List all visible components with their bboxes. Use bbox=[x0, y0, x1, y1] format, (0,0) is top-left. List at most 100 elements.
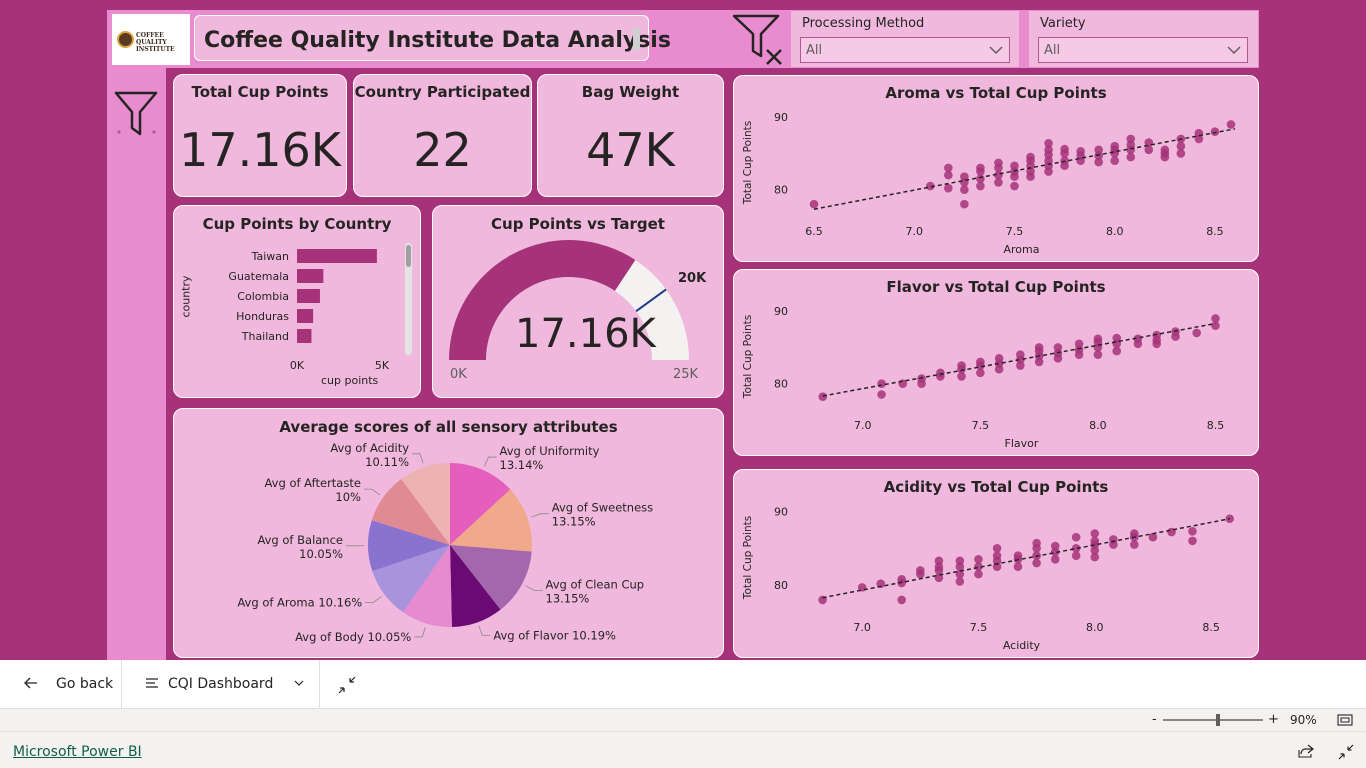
scatter-point[interactable] bbox=[1109, 535, 1118, 544]
filter-clear-icon[interactable] bbox=[732, 14, 785, 66]
footer-row bbox=[0, 731, 1366, 768]
scatter-point[interactable] bbox=[1160, 145, 1170, 155]
bar[interactable] bbox=[297, 269, 324, 283]
scatter-point[interactable] bbox=[992, 551, 1002, 560]
scatter-point[interactable] bbox=[944, 163, 953, 173]
slice-label: Avg of Acidity 10.11% bbox=[330, 441, 409, 469]
scatter-point[interactable] bbox=[1188, 527, 1197, 536]
scatter-point[interactable] bbox=[994, 158, 1003, 168]
logo-text: COFFEE QUALITY INSTITUTE bbox=[136, 32, 175, 53]
aroma-scatter-card[interactable]: Aroma vs Total Cup Points 80 90 6.5 7.0 7.5 8… bbox=[733, 75, 1259, 262]
scatter-point[interactable] bbox=[1010, 161, 1019, 171]
kpi-total-cup-points[interactable]: Total Cup Points 17.16K bbox=[173, 74, 347, 197]
variety-dropdown[interactable]: All bbox=[1038, 37, 1248, 63]
scatter-point[interactable] bbox=[1093, 334, 1103, 344]
scatter-point[interactable] bbox=[976, 357, 985, 367]
scatter-point[interactable] bbox=[877, 390, 886, 399]
scatter-point[interactable] bbox=[818, 392, 828, 401]
zoom-slider[interactable] bbox=[1163, 714, 1263, 726]
scrollbar-track[interactable] bbox=[405, 243, 412, 355]
scatter-point[interactable] bbox=[1090, 529, 1100, 538]
x-axis-title: Flavor bbox=[1005, 437, 1039, 450]
scatter-point[interactable] bbox=[1211, 314, 1220, 323]
scatter-point[interactable] bbox=[976, 163, 985, 173]
scatter-point[interactable] bbox=[1026, 152, 1035, 162]
scatter-point[interactable] bbox=[1225, 514, 1234, 524]
zoom-out-button[interactable]: - bbox=[1152, 712, 1157, 727]
chevron-down-icon bbox=[1227, 46, 1241, 55]
scatter-point[interactable] bbox=[944, 183, 953, 193]
scatter-point[interactable] bbox=[1126, 134, 1136, 144]
scatter-point[interactable] bbox=[1110, 141, 1120, 151]
leader-line bbox=[531, 513, 549, 518]
bar[interactable] bbox=[297, 249, 377, 263]
left-panel bbox=[107, 68, 166, 660]
scatter-point[interactable] bbox=[897, 595, 907, 605]
scrollbar-thumb[interactable] bbox=[406, 245, 411, 267]
scatter-point[interactable] bbox=[916, 566, 925, 575]
scatter-point[interactable] bbox=[1010, 181, 1019, 191]
scatter-point[interactable] bbox=[1094, 145, 1103, 155]
power-bi-link[interactable]: Microsoft Power BI bbox=[13, 744, 142, 760]
clear-filter-icon[interactable] bbox=[114, 90, 160, 140]
scatter-point[interactable] bbox=[1013, 562, 1023, 572]
scatter-point[interactable] bbox=[1076, 146, 1085, 156]
scatter-point[interactable] bbox=[1053, 343, 1063, 352]
kpi-value: 22 bbox=[413, 123, 472, 177]
scatter-point[interactable] bbox=[1044, 139, 1053, 148]
scroll-thumb[interactable] bbox=[633, 28, 640, 50]
scatter-point[interactable] bbox=[877, 379, 886, 388]
fullscreen-icon[interactable] bbox=[1338, 744, 1354, 760]
scatter-point[interactable] bbox=[974, 555, 983, 564]
kpi-bag-weight[interactable]: Bag Weight 47K bbox=[537, 74, 724, 197]
scatter-point[interactable] bbox=[1034, 343, 1044, 352]
scatter-point[interactable] bbox=[992, 543, 1002, 553]
scatter-point[interactable] bbox=[1050, 555, 1060, 564]
bar[interactable] bbox=[297, 309, 314, 323]
processing-method-dropdown[interactable]: All bbox=[800, 37, 1010, 63]
flavor-scatter-card[interactable]: Flavor vs Total Cup Points 80 90 7.0 7.5 8.0… bbox=[733, 269, 1259, 456]
scatter-point[interactable] bbox=[957, 361, 966, 370]
scatter-point[interactable] bbox=[1192, 328, 1201, 338]
bar[interactable] bbox=[297, 289, 320, 303]
scatter-point[interactable] bbox=[1071, 551, 1081, 560]
scatter-point[interactable] bbox=[917, 374, 926, 383]
scatter-point[interactable] bbox=[1188, 536, 1197, 546]
scatter-point[interactable] bbox=[936, 368, 945, 378]
scatter-point[interactable] bbox=[1032, 538, 1041, 548]
share-icon[interactable] bbox=[1298, 744, 1314, 758]
bar[interactable] bbox=[297, 329, 312, 343]
kpi-title: Bag Weight bbox=[581, 83, 680, 101]
collapse-button[interactable] bbox=[336, 674, 358, 696]
scatter-point[interactable] bbox=[1050, 541, 1060, 551]
scatter-point[interactable] bbox=[1060, 144, 1069, 154]
x-axis-title: Acidity bbox=[1003, 639, 1041, 652]
scatter-point[interactable] bbox=[1130, 540, 1139, 549]
scatter-point[interactable] bbox=[1013, 551, 1023, 560]
kpi-country-participated[interactable]: Country Participated 22 bbox=[353, 74, 532, 197]
scatter-point[interactable] bbox=[955, 577, 965, 586]
scatter-point[interactable] bbox=[994, 354, 1004, 363]
scatter-point[interactable] bbox=[809, 199, 819, 209]
page-selector[interactable]: CQI Dashboard bbox=[122, 660, 320, 709]
kpi-value: 17.16K bbox=[179, 123, 341, 177]
go-back-button[interactable]: Go back bbox=[0, 660, 122, 709]
fit-to-page-icon[interactable] bbox=[1337, 714, 1353, 726]
scatter-point[interactable] bbox=[1032, 558, 1041, 568]
scatter-point[interactable] bbox=[1210, 127, 1220, 137]
cup-points-by-country-card[interactable]: Cup Points by Country Taiwan Guatemala Col… bbox=[173, 205, 421, 398]
zoom-slider-thumb[interactable] bbox=[1216, 714, 1220, 726]
scatter-point[interactable] bbox=[1074, 339, 1084, 349]
scatter-point[interactable] bbox=[974, 569, 983, 579]
scatter-point[interactable] bbox=[934, 556, 944, 566]
scatter-point[interactable] bbox=[1016, 350, 1025, 359]
scatter-point[interactable] bbox=[960, 199, 969, 209]
x-tick-label: 7.0 bbox=[853, 621, 871, 634]
scatter-point[interactable] bbox=[955, 556, 965, 566]
zoom-in-button[interactable]: + bbox=[1268, 712, 1279, 727]
scatter-point[interactable] bbox=[1071, 532, 1081, 542]
scatter-point[interactable] bbox=[1226, 120, 1236, 129]
cup-points-vs-target-card[interactable]: Cup Points vs Target 17.16K 20K 0K 25K bbox=[432, 205, 724, 398]
sensory-attributes-card[interactable]: Average scores of all sensory attributes… bbox=[173, 408, 724, 658]
acidity-scatter-card[interactable]: Acidity vs Total Cup Points 80 90 7.0 7.5 8.… bbox=[733, 469, 1259, 658]
